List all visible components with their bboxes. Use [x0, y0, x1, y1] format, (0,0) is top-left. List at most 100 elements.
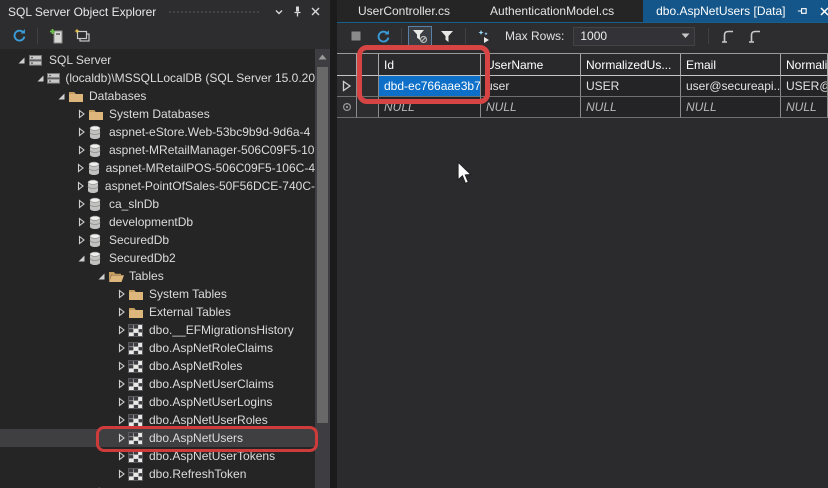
tree-item[interactable]: Databases [0, 87, 315, 105]
expander-collapsed-icon[interactable] [114, 359, 128, 373]
add-sql-server-button[interactable] [45, 26, 67, 46]
grid-cell[interactable]: dbd-ec766aae3b7c [379, 76, 481, 97]
column-header[interactable]: NormalizedUs... [581, 54, 681, 76]
close-icon[interactable] [818, 4, 828, 18]
tab-aspnetusers-data[interactable]: dbo.AspNetUsers [Data] [643, 0, 828, 22]
expander-collapsed-icon[interactable] [74, 161, 87, 175]
table-icon [128, 448, 146, 464]
tree-item[interactable]: dbo.__EFMigrationsHistory [0, 321, 315, 339]
tree-item[interactable]: dbo.AspNetUserTokens [0, 447, 315, 465]
tree-item[interactable]: System Databases [0, 105, 315, 123]
clear-filter-button[interactable] [408, 25, 432, 47]
tree-item[interactable]: aspnet-PointOfSales-50F56DCE-740C- [0, 177, 315, 195]
expander-collapsed-icon[interactable] [114, 467, 128, 481]
pin-icon[interactable] [288, 3, 306, 21]
grid-corner-cell[interactable] [337, 54, 357, 76]
grid-cell[interactable]: NULL [781, 97, 828, 118]
expander-collapsed-icon[interactable] [114, 305, 128, 319]
tree-item[interactable]: Tables [0, 267, 315, 285]
tree-item[interactable]: dbo.RefreshToken [0, 465, 315, 483]
tree-item[interactable]: SecuredDb2 [0, 249, 315, 267]
tab-authenticationmodel[interactable]: AuthenticationModel.cs [477, 0, 627, 22]
tree-item[interactable]: ca_slnDb [0, 195, 315, 213]
database-icon [88, 214, 106, 230]
grid-cell[interactable]: USER@S [781, 76, 828, 97]
expander-collapsed-icon[interactable] [74, 107, 88, 121]
expander-expanded-icon[interactable] [94, 269, 108, 283]
grid-cell[interactable]: NULL [379, 97, 481, 118]
close-icon[interactable] [306, 3, 324, 21]
column-header[interactable]: Email [681, 54, 781, 76]
tree-item[interactable]: dbo.AspNetRoleClaims [0, 339, 315, 357]
script-sparkle-icon [477, 29, 492, 44]
expander-collapsed-icon[interactable] [74, 233, 88, 247]
chevron-down-icon[interactable] [270, 3, 288, 21]
tree-item[interactable]: SecuredDb [0, 231, 315, 249]
filter-button[interactable] [435, 26, 459, 47]
script-changes-button[interactable] [472, 26, 496, 47]
grid-cell[interactable]: USER [581, 76, 681, 97]
stop-button[interactable] [344, 26, 368, 47]
tree-item[interactable]: dbo.AspNetUsers [0, 429, 315, 447]
expander-collapsed-icon[interactable] [74, 197, 88, 211]
tree-item[interactable]: (localdb)\MSSQLLocalDB (SQL Server 15.0.… [0, 69, 315, 87]
tree-item[interactable]: aspnet-eStore.Web-53bc9b9d-9d6a-4 [0, 123, 315, 141]
tree-item[interactable]: aspnet-MRetailPOS-506C09F5-106C-4 [0, 159, 315, 177]
expander-collapsed-icon[interactable] [114, 323, 128, 337]
expander-collapsed-icon[interactable] [114, 413, 128, 427]
expander-collapsed-icon[interactable] [114, 395, 128, 409]
grid-cell[interactable]: NULL [481, 97, 581, 118]
grid-cell[interactable]: user@secureapi... [681, 76, 781, 97]
tree-item[interactable]: dbo.AspNetUserRoles [0, 411, 315, 429]
expander-collapsed-icon[interactable] [114, 449, 128, 463]
grid-blank-cell[interactable] [357, 97, 379, 118]
grid-cell[interactable]: user [481, 76, 581, 97]
table-icon [128, 430, 146, 446]
expander-collapsed-icon[interactable] [74, 143, 88, 157]
tree-item[interactable]: dbo.AspNetRoles [0, 357, 315, 375]
expander-expanded-icon[interactable] [14, 53, 28, 67]
scroll-up-icon[interactable] [315, 49, 330, 64]
expander-expanded-icon[interactable] [54, 89, 68, 103]
tree-item[interactable]: developmentDb [0, 213, 315, 231]
tree-item[interactable]: External Tables [0, 303, 315, 321]
add-server-group-button[interactable] [71, 26, 93, 46]
database-icon [88, 124, 106, 140]
tree-item[interactable]: System Tables [0, 285, 315, 303]
tree-scrollbar[interactable] [315, 49, 330, 488]
grid-blank-cell[interactable] [357, 76, 379, 97]
scrollbar-thumb[interactable] [317, 67, 328, 423]
tree-item[interactable]: dbo.AspNetUserClaims [0, 375, 315, 393]
max-rows-dropdown[interactable]: 1000 [573, 26, 696, 46]
table-icon [128, 466, 146, 482]
tree-item[interactable]: SQL Server [0, 51, 315, 69]
expander-collapsed-icon[interactable] [114, 287, 128, 301]
pin-icon[interactable] [795, 4, 809, 18]
expander-collapsed-icon[interactable] [74, 179, 86, 193]
expander-expanded-icon[interactable] [74, 251, 88, 265]
column-header[interactable]: UserName [481, 54, 581, 76]
refresh-button[interactable] [8, 26, 30, 46]
expander-expanded-icon[interactable] [34, 71, 46, 85]
tab-usercontroller[interactable]: UserController.cs [345, 0, 463, 22]
grid-cell[interactable]: NULL [681, 97, 781, 118]
new-row-indicator[interactable] [337, 97, 357, 118]
column-header[interactable]: Normali [781, 54, 828, 76]
tree-item-label: dbo.AspNetRoles [149, 359, 243, 373]
column-header[interactable]: Id [379, 54, 481, 76]
script-to-file-button[interactable] [742, 26, 766, 47]
refresh-button[interactable] [371, 26, 395, 47]
tree-item[interactable]: aspnet-MRetailManager-506C09F5-10 [0, 141, 315, 159]
script-button[interactable] [715, 26, 739, 47]
tree-item[interactable]: dbo.AspNetUserLogins [0, 393, 315, 411]
expander-collapsed-icon[interactable] [114, 377, 128, 391]
expander-collapsed-icon[interactable] [74, 125, 88, 139]
expander-collapsed-icon[interactable] [74, 215, 88, 229]
panel-splitter[interactable] [330, 0, 337, 488]
current-row-indicator[interactable] [337, 76, 357, 97]
grid-blank-header-cell[interactable] [357, 54, 379, 76]
expander-collapsed-icon[interactable] [114, 341, 128, 355]
grid-cell[interactable]: NULL [581, 97, 681, 118]
tree-item[interactable] [0, 483, 315, 488]
expander-collapsed-icon[interactable] [114, 431, 128, 445]
